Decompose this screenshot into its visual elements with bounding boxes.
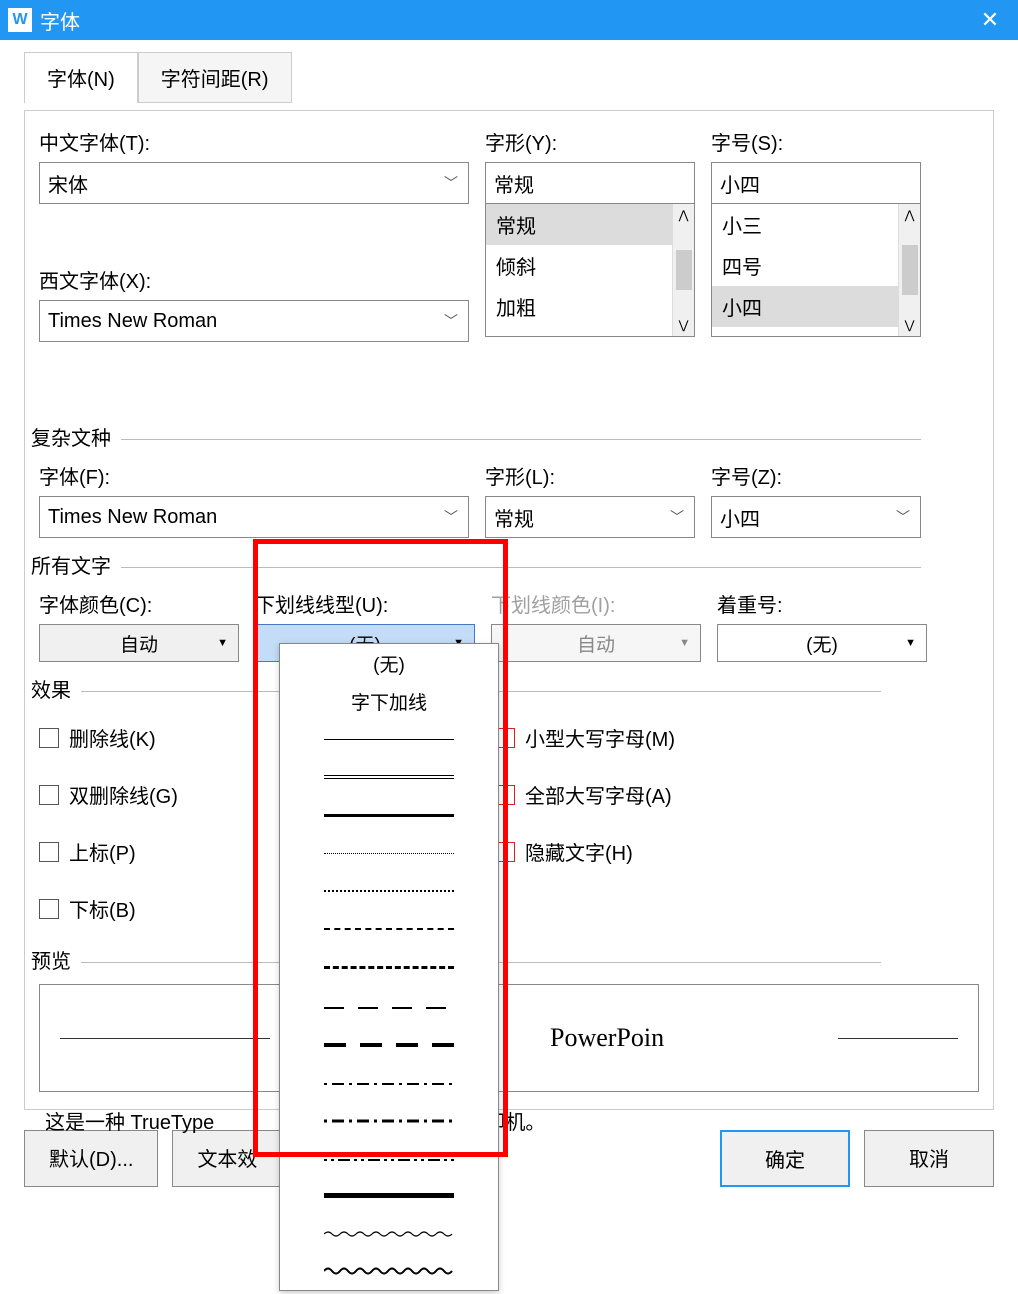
label-western-font: 西文字体(X): — [39, 265, 469, 294]
checkbox-icon — [39, 728, 59, 748]
scroll-thumb[interactable] — [676, 250, 692, 290]
underline-color-value: 自动 — [577, 630, 615, 657]
western-font-select[interactable]: Times New Roman ﹀ — [39, 300, 469, 342]
underline-option-dash-long[interactable] — [280, 986, 498, 1024]
underline-option-dot-dash[interactable] — [280, 1062, 498, 1100]
underline-option-dash[interactable] — [280, 910, 498, 948]
scroll-down-icon[interactable]: ⋁ — [901, 314, 919, 336]
label-size: 字号(S): — [711, 127, 921, 156]
emphasis-dropdown[interactable]: (无) ▼ — [717, 624, 927, 662]
emphasis-value: (无) — [806, 630, 838, 657]
underline-option-words-only[interactable]: 字下加线 — [280, 682, 498, 720]
preview-box: PowerPoin — [39, 984, 979, 1092]
tab-strip: 字体(N) 字符间距(R) — [24, 52, 994, 103]
checkbox-hidden[interactable]: 隐藏文字(H) — [495, 837, 895, 866]
default-button[interactable]: 默认(D)... — [24, 1130, 158, 1187]
label-cs-font: 字体(F): — [39, 461, 469, 490]
chinese-font-value: 宋体 — [48, 169, 88, 198]
size-option[interactable]: 小四 — [712, 286, 920, 327]
underline-option-dash-long-heavy[interactable] — [280, 1024, 498, 1062]
preview-text: PowerPoin — [550, 1023, 664, 1053]
scrollbar[interactable]: ⋀ ⋁ — [898, 204, 920, 336]
size-input[interactable]: 小四 — [711, 162, 921, 204]
section-preview: 预览 — [27, 951, 75, 973]
section-all-text: 所有文字 — [27, 556, 115, 578]
style-option[interactable]: 加粗 — [486, 286, 694, 327]
section-effects: 效果 — [27, 680, 75, 702]
label-font-color: 字体颜色(C): — [39, 589, 239, 618]
cs-font-value: Times New Roman — [48, 506, 217, 529]
checkbox-icon — [39, 785, 59, 805]
chevron-down-icon: ﹀ — [444, 507, 458, 527]
font-color-dropdown[interactable]: 自动 ▼ — [39, 624, 239, 662]
scroll-thumb[interactable] — [902, 245, 918, 295]
triangle-down-icon: ▼ — [905, 637, 916, 649]
text-effects-button[interactable]: 文本效 — [172, 1130, 282, 1187]
truetype-note: 这是一种 TrueType 和打印机。 — [45, 1106, 979, 1135]
cs-size-select[interactable]: 小四 ﹀ — [711, 496, 921, 538]
style-input[interactable]: 常规 — [485, 162, 695, 204]
tab-spacing[interactable]: 字符间距(R) — [138, 52, 292, 103]
label-cs-style: 字形(L): — [485, 461, 695, 490]
underline-option-none[interactable]: (无) — [280, 644, 498, 682]
chevron-down-icon: ﹀ — [444, 311, 458, 331]
scrollbar[interactable]: ⋀ ⋁ — [672, 204, 694, 336]
label-style: 字形(Y): — [485, 127, 695, 156]
section-complex-script: 复杂文种 — [27, 428, 115, 450]
underline-option-dotted-heavy[interactable] — [280, 872, 498, 910]
underline-option-dotted[interactable] — [280, 834, 498, 872]
label-chinese-font: 中文字体(T): — [39, 127, 469, 156]
checkbox-icon — [39, 899, 59, 919]
size-listbox[interactable]: 小三 四号 小四 ⋀ ⋁ — [711, 203, 921, 337]
label-underline-color: 下划线颜色(I): — [491, 589, 701, 618]
style-option[interactable]: 常规 — [486, 204, 694, 245]
style-listbox[interactable]: 常规 倾斜 加粗 ⋀ ⋁ — [485, 203, 695, 337]
label-emphasis: 着重号: — [717, 589, 927, 618]
scroll-up-icon[interactable]: ⋀ — [675, 204, 693, 226]
app-icon: W — [8, 8, 32, 32]
font-color-value: 自动 — [120, 630, 158, 657]
ok-button[interactable]: 确定 — [720, 1130, 850, 1187]
western-font-value: Times New Roman — [48, 310, 217, 333]
underline-color-dropdown: 自动 ▼ — [491, 624, 701, 662]
label-underline-style: 下划线线型(U): — [255, 589, 475, 618]
underline-option-wave[interactable] — [280, 1214, 498, 1252]
underline-option-double[interactable] — [280, 758, 498, 796]
underline-option-wave-heavy[interactable] — [280, 1252, 498, 1290]
label-cs-size: 字号(Z): — [711, 461, 921, 490]
title-bar: W 字体 ✕ — [0, 0, 1018, 40]
cs-size-value: 小四 — [720, 503, 760, 532]
size-option[interactable]: 小三 — [712, 204, 920, 245]
cs-style-value: 常规 — [494, 503, 534, 532]
dialog-title: 字体 — [40, 6, 970, 35]
underline-option-dot-dash-heavy[interactable] — [280, 1100, 498, 1138]
checkbox-icon — [39, 842, 59, 862]
scroll-up-icon[interactable]: ⋀ — [901, 204, 919, 226]
triangle-down-icon: ▼ — [679, 637, 690, 649]
triangle-down-icon: ▼ — [217, 637, 228, 649]
chevron-down-icon: ﹀ — [444, 173, 458, 193]
style-option[interactable]: 倾斜 — [486, 245, 694, 286]
chevron-down-icon: ﹀ — [670, 507, 684, 527]
cancel-button[interactable]: 取消 — [864, 1130, 994, 1187]
chinese-font-select[interactable]: 宋体 ﹀ — [39, 162, 469, 204]
underline-option-dash-heavy[interactable] — [280, 948, 498, 986]
checkbox-all-caps[interactable]: 全部大写字母(A) — [495, 780, 895, 809]
underline-style-menu[interactable]: (无) 字下加线 — [279, 643, 499, 1291]
underline-option-thick[interactable] — [280, 796, 498, 834]
underline-option-thick-bar[interactable] — [280, 1176, 498, 1214]
size-option[interactable]: 四号 — [712, 245, 920, 286]
cs-style-select[interactable]: 常规 ﹀ — [485, 496, 695, 538]
chevron-down-icon: ﹀ — [896, 507, 910, 527]
underline-option-single[interactable] — [280, 720, 498, 758]
close-button[interactable]: ✕ — [970, 0, 1010, 40]
cs-font-select[interactable]: Times New Roman ﹀ — [39, 496, 469, 538]
tab-font[interactable]: 字体(N) — [24, 52, 138, 103]
scroll-down-icon[interactable]: ⋁ — [675, 314, 693, 336]
checkbox-small-caps[interactable]: 小型大写字母(M) — [495, 723, 895, 752]
underline-option-dot-dot-dash[interactable] — [280, 1138, 498, 1176]
